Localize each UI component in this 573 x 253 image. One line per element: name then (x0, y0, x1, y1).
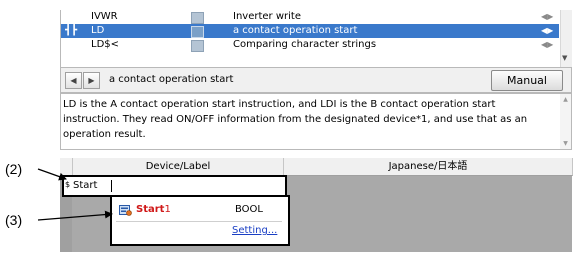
callout-3-arrow (37, 210, 113, 221)
callout-2-arrow (37, 168, 67, 181)
callout-arrows (37, 168, 113, 221)
